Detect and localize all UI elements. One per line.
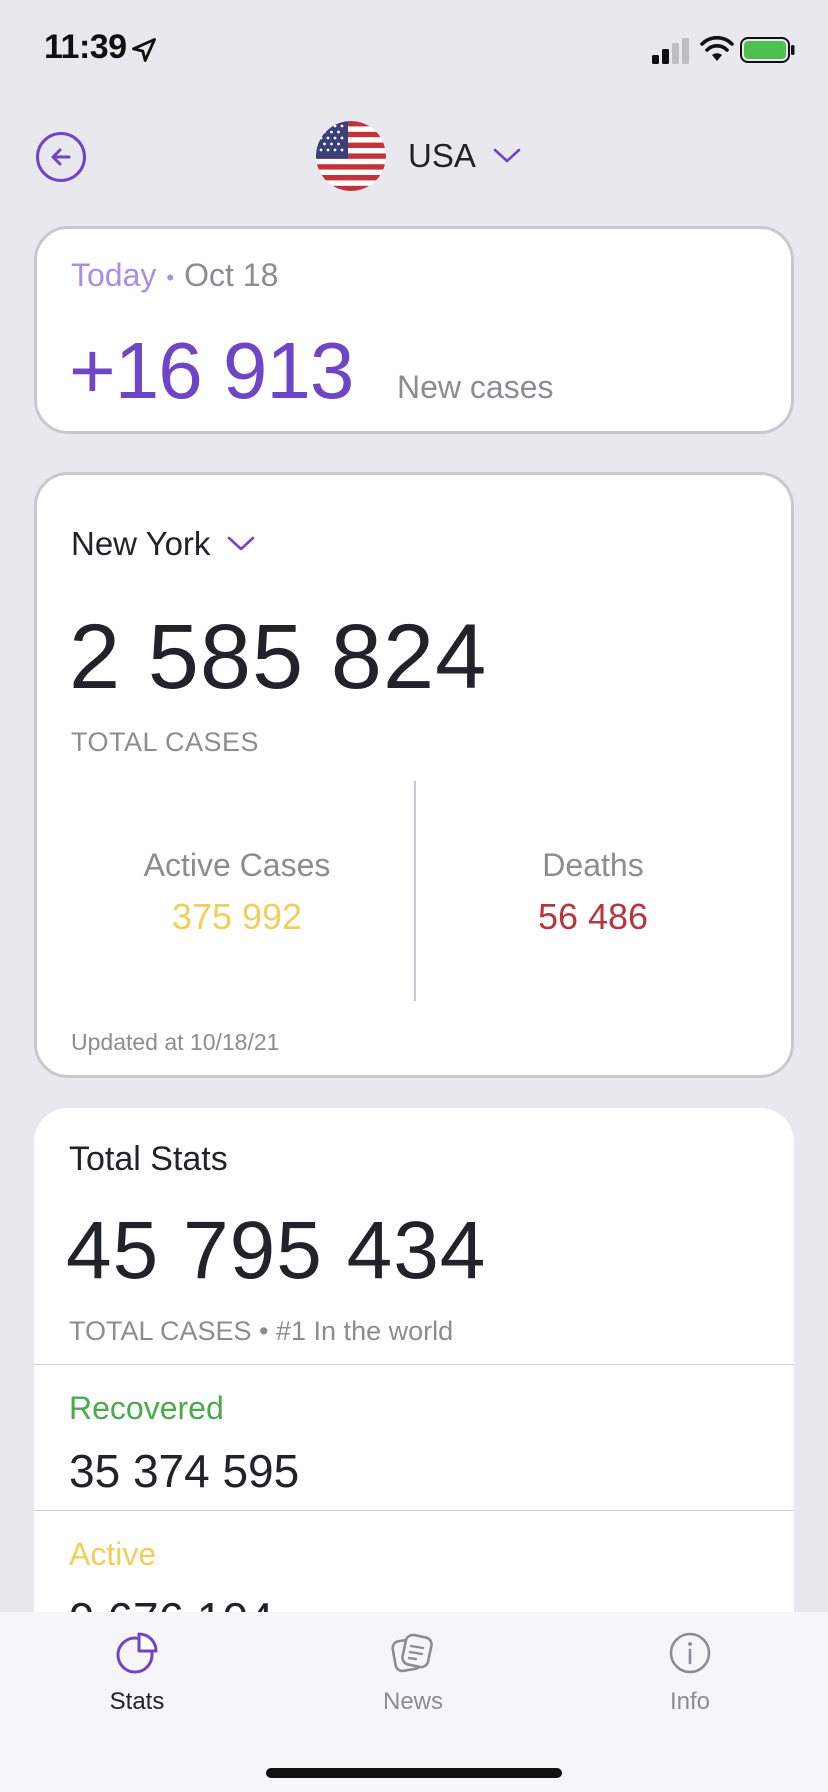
tab-info-label: Info [669, 1688, 711, 1715]
tab-bar: Stats News Info [0, 1612, 828, 1792]
stats-divider [414, 781, 416, 1001]
region-total-cases: 2 585 824 [69, 606, 488, 708]
location-arrow-icon [132, 38, 156, 62]
new-cases-value: +16 913 [69, 326, 354, 415]
updated-timestamp: Updated at 10/18/21 [71, 1029, 280, 1055]
info-icon [669, 1632, 711, 1674]
active-cases-label: Active Cases [143, 847, 331, 883]
active-cases-stat: Active Cases 375 992 [67, 847, 407, 938]
country-selector[interactable]: USA [316, 120, 522, 192]
region-name: New York [71, 525, 211, 562]
chevron-down-icon [493, 148, 521, 163]
tab-news[interactable]: News [313, 1630, 513, 1716]
active-cases-value: 375 992 [171, 896, 303, 937]
section-divider [34, 1364, 794, 1365]
usa-flag-icon [316, 121, 386, 191]
total-cases-sub: TOTAL CASES • #1 In the world [69, 1316, 454, 1346]
region-card: New York 2 585 824 TOTAL CASES Active Ca… [34, 472, 794, 1078]
pie-chart-icon [116, 1632, 158, 1674]
total-stats-title: Total Stats [69, 1140, 228, 1178]
today-date: Oct 18 [184, 257, 279, 293]
today-card: Today • Oct 18 +16 913 New cases [34, 226, 794, 434]
deaths-value: 56 486 [537, 896, 649, 937]
tab-info[interactable]: Info [590, 1630, 790, 1716]
status-bar: 11:39 [0, 0, 828, 100]
tab-stats-label: Stats [109, 1688, 165, 1715]
screen: 11:39 USA Today • Oct 18 +16 913 New cas… [0, 0, 828, 1792]
chevron-down-icon [228, 536, 255, 551]
region-selector[interactable]: New York [71, 525, 256, 563]
battery-icon [740, 37, 795, 63]
total-cases-value: 45 795 434 [66, 1205, 487, 1296]
news-icon [391, 1633, 433, 1673]
new-cases-label: New cases [397, 369, 554, 405]
wifi-icon [700, 36, 734, 61]
region-total-cases-label: TOTAL CASES [71, 727, 260, 757]
deaths-label: Deaths [542, 847, 644, 883]
cellular-signal-icon [652, 38, 689, 64]
deaths-stat: Deaths 56 486 [423, 847, 763, 938]
recovered-label: Recovered [69, 1390, 224, 1426]
today-label: Today [71, 257, 157, 293]
home-indicator[interactable] [266, 1768, 562, 1778]
tab-stats[interactable]: Stats [37, 1630, 237, 1716]
country-name: USA [408, 137, 476, 174]
active-label: Active [69, 1536, 157, 1572]
today-line: Today • Oct 18 [71, 257, 278, 294]
section-divider [34, 1510, 794, 1511]
back-button[interactable] [36, 132, 86, 182]
back-arrow-icon [51, 148, 71, 166]
separator-dot: • [166, 264, 175, 290]
recovered-value: 35 374 595 [69, 1445, 300, 1497]
tab-news-label: News [382, 1688, 443, 1715]
status-time: 11:39 [44, 28, 127, 66]
